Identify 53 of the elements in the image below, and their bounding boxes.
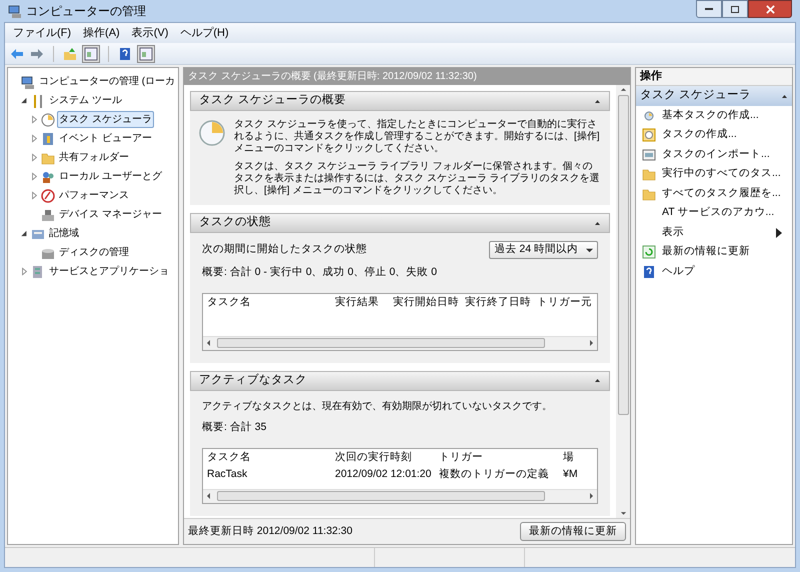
period-dropdown[interactable]: 過去 24 時間以内: [489, 241, 598, 259]
section-header[interactable]: タスク スケジューラの概要: [190, 91, 610, 111]
actions-title: 操作: [636, 68, 792, 86]
last-updated-text: 最終更新日時 2012/09/02 11:32:30: [188, 524, 352, 539]
tree-item[interactable]: パフォーマンス: [57, 187, 131, 204]
table-cell-text: 複数のトリガーの定義: [438, 466, 550, 482]
summary-text: 概要: 合計 0 - 実行中 0、成功 0、停止 0、失敗 0: [202, 265, 438, 280]
action-group-header[interactable]: タスク スケジューラ: [636, 86, 792, 106]
action-item[interactable]: タスクのインポート...: [636, 145, 792, 164]
summary-text: 概要: 合計 35: [202, 420, 268, 435]
tree-item[interactable]: システム ツール: [47, 92, 124, 109]
description-text: アクティブなタスクとは、現在有効で、有効期限が切れていないタスクです。: [202, 400, 553, 414]
description-text: タスクは、タスク スケジューラ ライブラリ フォルダーに保管されます。個々のタスクを表示または操作するには、タスク スケジューラ ライブラリのタスクを選択し、[操作] メニューのコマンドをクリックしてください。: [234, 161, 601, 197]
action-item[interactable]: 最新の情報に更新: [636, 242, 792, 262]
tree-item[interactable]: ローカル ユーザーとグ: [57, 168, 164, 185]
column-header[interactable]: 実行結果: [331, 294, 389, 311]
section-header[interactable]: アクティブなタスク: [190, 370, 610, 391]
action-item[interactable]: 基本タスクの作成...: [636, 106, 792, 126]
column-header[interactable]: 実行終了日時: [461, 294, 533, 311]
filter-label: 次の期間に開始したタスクの状態: [202, 242, 367, 258]
section-header[interactable]: タスクの状態: [190, 213, 610, 233]
action-item[interactable]: AT サービスのアカウ...: [636, 204, 792, 223]
action-item[interactable]: すべてのタスク履歴を...: [636, 184, 792, 204]
tree-item[interactable]: イベント ビューアー: [57, 130, 154, 147]
pane-header: タスク スケジューラの概要 (最終更新日時: 2012/09/02 11:32:30): [184, 68, 630, 85]
action-item[interactable]: ヘルプ: [636, 262, 792, 282]
action-item[interactable]: タスクの作成...: [636, 126, 792, 145]
table-cell-text: 2012/09/02 12:01:20: [334, 466, 432, 482]
table-cell-text: ¥M: [562, 466, 579, 482]
menu-item[interactable]: ファイル(F): [13, 24, 72, 42]
tree-item[interactable]: 共有フォルダー: [57, 149, 131, 166]
tree-item[interactable]: 記憶域: [47, 225, 81, 242]
tree-item[interactable]: ディスクの管理: [57, 244, 131, 261]
action-item[interactable]: 実行中のすべてのタス...: [636, 164, 792, 184]
tree-item[interactable]: タスク スケジューラ: [57, 111, 154, 128]
column-header[interactable]: 実行開始日時: [389, 294, 461, 311]
menu-item[interactable]: ヘルプ(H): [180, 24, 229, 42]
column-header[interactable]: タスク名: [203, 294, 331, 311]
window-title: コンピューターの管理: [26, 3, 146, 20]
refresh-button[interactable]: 最新の情報に更新: [520, 522, 626, 541]
column-header[interactable]: 次回の実行時刻: [331, 450, 435, 466]
tree-item[interactable]: サービスとアプリケーショ: [47, 263, 171, 280]
column-header[interactable]: トリガー: [435, 450, 559, 466]
description-text: タスク スケジューラを使って、指定したときにコンピューターで自動的に実行されるように、共通タスクを作成し管理することができます。開始するには、[操作] メニューのコマンドをクリックしてください。: [234, 119, 601, 155]
tree-item[interactable]: デバイス マネージャー: [57, 206, 164, 223]
table-cell-text: RacTask: [206, 466, 248, 482]
tree-item[interactable]: コンピューターの管理 (ローカ: [37, 73, 178, 90]
column-header[interactable]: 場: [559, 450, 589, 466]
menu-item[interactable]: 表示(V): [132, 24, 168, 42]
column-header[interactable]: タスク名: [203, 450, 331, 466]
action-item[interactable]: 表示: [636, 223, 792, 242]
column-header[interactable]: トリガー元: [533, 294, 595, 311]
menu-item[interactable]: 操作(A): [83, 24, 120, 42]
